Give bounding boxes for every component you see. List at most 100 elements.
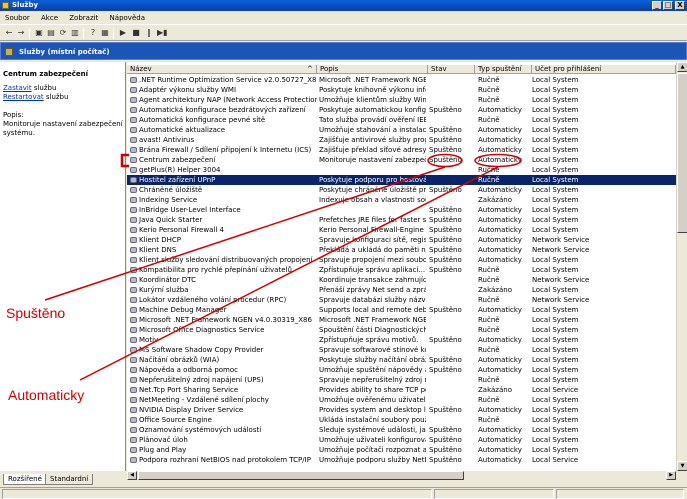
- table-row[interactable]: Koordinátor DTC Koordinuje transakce zahr…: [127, 275, 676, 285]
- table-row[interactable]: Machine Debug Manager Supports local and …: [127, 305, 676, 315]
- vertical-scroll-thumb[interactable]: [677, 73, 687, 233]
- restart-service-link[interactable]: Restartovat: [3, 93, 44, 101]
- forward-arrow-icon[interactable]: →: [16, 28, 26, 38]
- table-row[interactable]: avast! Antivirus Zajišťuje antivirové slu…: [127, 135, 676, 145]
- service-name: Oznamování systémových událostí: [130, 425, 317, 435]
- menu-zobrazit[interactable]: Zobrazit: [69, 14, 98, 22]
- close-button[interactable]: X: [675, 1, 685, 10]
- table-row[interactable]: Microsoft Office Diagnostics Service Spou…: [127, 325, 676, 335]
- stop-service-link[interactable]: Zastavit: [3, 84, 32, 92]
- service-status: [429, 385, 475, 395]
- table-row[interactable]: Kurýrní služba Přenáší zprávy Net send a …: [127, 285, 676, 295]
- table-row[interactable]: Microsoft .NET Framework NGEN v4.0.30319…: [127, 315, 676, 325]
- console-icon[interactable]: ▦: [100, 28, 110, 38]
- table-row[interactable]: Lokátor vzdáleného volání procedur (RPC)…: [127, 295, 676, 305]
- column-header-name[interactable]: Název: [127, 65, 317, 74]
- service-gear-icon: [130, 167, 137, 173]
- table-row[interactable]: Plánovač úloh Umožňuje uživateli konfigur…: [127, 435, 676, 445]
- service-logon-account: Local System: [532, 396, 579, 404]
- properties-icon[interactable]: ▤: [46, 28, 56, 38]
- service-gear-icon: [130, 327, 137, 333]
- tab-standard[interactable]: Standardní: [45, 474, 94, 485]
- table-row[interactable]: Centrum zabezpečení Monitoruje nastavení …: [127, 155, 676, 165]
- pause-icon[interactable]: ‖: [144, 28, 154, 38]
- menu-napoveda[interactable]: Nápověda: [110, 14, 145, 22]
- annotation-label-automatic: Automaticky: [8, 387, 85, 403]
- table-row[interactable]: Klient služby sledování distribuovaných …: [127, 255, 676, 265]
- scroll-down-icon[interactable]: ▼: [677, 461, 687, 471]
- table-row[interactable]: Klient DHCP Spravuje konfiguraci sítě, re…: [127, 235, 676, 245]
- column-header-status[interactable]: Stav: [428, 65, 475, 74]
- service-gear-icon: [130, 277, 137, 283]
- table-row[interactable]: Nepřerušitelný zdroj napájení (UPS) Sprav…: [127, 375, 676, 385]
- stop-icon[interactable]: ■: [131, 28, 141, 38]
- table-row[interactable]: Adaptér výkonu služby WMI Poskytuje kniho…: [127, 85, 676, 95]
- service-startup-type: Ručně: [478, 316, 500, 324]
- play-icon[interactable]: ▶: [118, 28, 128, 38]
- table-row[interactable]: Automatická konfigurace pevné sítě Tato s…: [127, 115, 676, 125]
- table-row[interactable]: NVIDIA Display Driver Service Provides sy…: [127, 405, 676, 415]
- scroll-up-icon[interactable]: ▲: [677, 62, 687, 72]
- minimize-button[interactable]: _: [652, 1, 662, 10]
- table-row[interactable]: Automatické aktualizace Umožňuje stahován…: [127, 125, 676, 135]
- service-description: Prefetches JRE files for faster st...: [319, 216, 426, 224]
- table-row[interactable]: MS Software Shadow Copy Provider Spravuje…: [127, 345, 676, 355]
- menu-soubor[interactable]: Soubor: [5, 14, 30, 22]
- service-description: Spravuje nepřerušitelný zdroj na...: [319, 376, 426, 384]
- help-icon[interactable]: ?: [88, 28, 98, 38]
- service-description: Microsoft .NET Framework NGEN: [319, 316, 426, 324]
- table-row[interactable]: Načítání obrázků (WIA) Poskytuje služby n…: [127, 355, 676, 365]
- table-row[interactable]: Podpora rozhraní NetBIOS nad protokolem …: [127, 455, 676, 465]
- table-row[interactable]: Plug and Play Umožňuje počítači rozpoznat…: [127, 445, 676, 455]
- table-row[interactable]: NetMeeting - Vzdálené sdílení plochy Umož…: [127, 395, 676, 405]
- service-status: Spuštěno: [429, 356, 462, 364]
- service-startup-type: Automaticky: [478, 426, 522, 434]
- back-arrow-icon[interactable]: ←: [4, 28, 14, 38]
- up-folder-icon[interactable]: ▣: [34, 28, 44, 38]
- service-name-text: Načítání obrázků (WIA): [139, 356, 220, 364]
- tab-extended[interactable]: Rozšířené: [3, 474, 47, 485]
- service-description: Spravuje softwarové stínové kopi...: [319, 346, 426, 354]
- table-row[interactable]: InBridge User-Level Interface Spuštěno Aut…: [127, 205, 676, 215]
- table-row[interactable]: Hostitel zařízení UPnP Poskytuje podporu …: [127, 175, 676, 185]
- restart-icon[interactable]: ▶▮: [157, 28, 168, 38]
- table-row[interactable]: Automatická konfigurace bezdrátových zař…: [127, 105, 676, 115]
- table-row[interactable]: Kompatibilita pro rychlé přepínání uživa…: [127, 265, 676, 275]
- table-row[interactable]: Chráněné úložiště Poskytuje chráněné úlož…: [127, 185, 676, 195]
- service-name-text: Oznamování systémových událostí: [139, 426, 262, 434]
- table-row[interactable]: getPlus(R) Helper 3004 Ručně Local System: [127, 165, 676, 175]
- service-status: Spuštěno: [429, 216, 462, 224]
- table-row[interactable]: Kerio Personal Firewall 4 Kerio Personal …: [127, 225, 676, 235]
- table-row[interactable]: Motiv Zpřístupňuje správu motivů. Spuštěno…: [127, 335, 676, 345]
- table-row[interactable]: Java Quick Starter Prefetches JRE files f…: [127, 215, 676, 225]
- service-startup-type: Ručně: [478, 166, 500, 174]
- column-header-logon-account[interactable]: Účet pro přihlášení: [532, 65, 676, 74]
- service-gear-icon: [130, 137, 137, 143]
- refresh-icon[interactable]: ⟳: [58, 28, 68, 38]
- table-row[interactable]: Agent architektury NAP (Network Access P…: [127, 95, 676, 105]
- table-row[interactable]: Indexing Service Indexuje obsah a vlastno…: [127, 195, 676, 205]
- column-header-startup-type[interactable]: Typ spuštění: [475, 65, 532, 74]
- service-description: Zpřístupňuje správu motivů.: [319, 336, 419, 344]
- table-row[interactable]: Brána Firewall / Sdílení připojení k Int…: [127, 145, 676, 155]
- table-row[interactable]: Nápověda a odborná pomoc Umožňuje spuštěn…: [127, 365, 676, 375]
- service-gear-icon: [130, 357, 137, 363]
- service-name: Chráněné úložiště: [130, 185, 317, 195]
- service-startup-type: Automaticky: [478, 446, 522, 454]
- service-status: Spuštěno: [429, 136, 462, 144]
- vertical-scrollbar[interactable]: ▲ ▼: [676, 62, 687, 471]
- service-description: Supports local and remote debug...: [319, 306, 426, 314]
- service-description: [319, 165, 426, 175]
- menu-akce[interactable]: Akce: [41, 14, 58, 22]
- service-status: [429, 165, 475, 175]
- table-row[interactable]: Klient DNS Překládá a ukládá do paměti ná…: [127, 245, 676, 255]
- service-description: Spravuje databázi služby názvů p...: [319, 296, 426, 304]
- service-startup-type: Ručně: [478, 266, 500, 274]
- table-row[interactable]: Office Source Engine Ukládá instalační so…: [127, 415, 676, 425]
- table-row[interactable]: Net.Tcp Port Sharing Service Provides abi…: [127, 385, 676, 395]
- export-icon[interactable]: ▥: [70, 28, 80, 38]
- table-row[interactable]: Oznamování systémových událostí Sleduje s…: [127, 425, 676, 435]
- maximize-button[interactable]: □: [663, 1, 673, 10]
- table-row[interactable]: .NET Runtime Optimization Service v2.0.5…: [127, 75, 676, 85]
- column-header-description[interactable]: Popis: [317, 65, 428, 74]
